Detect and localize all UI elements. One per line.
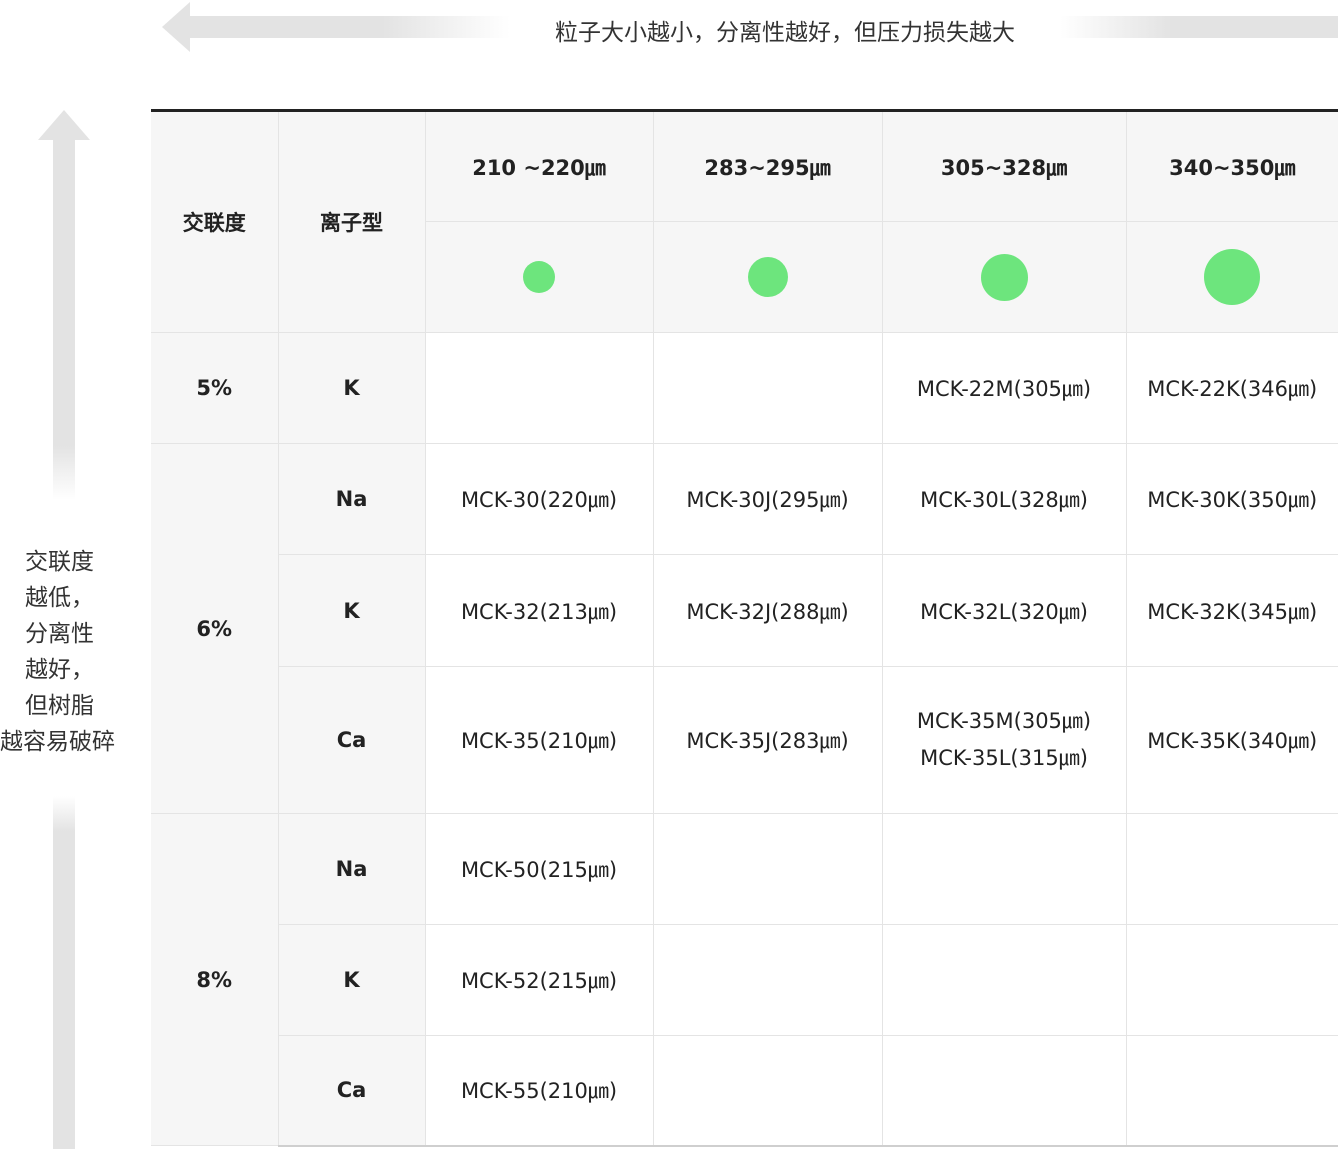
ion-type: K	[278, 554, 426, 667]
product-cell: MCK-32J(288㎛)	[652, 554, 883, 667]
crosslink-caption-line: 分离性	[25, 621, 94, 647]
particle-dot	[1204, 249, 1261, 305]
header-size: 210 ~220㎛	[424, 110, 654, 222]
crosslink-value: 5%	[151, 332, 279, 444]
product-cell	[881, 813, 1127, 925]
product-cell: MCK-22K(346㎛)	[1125, 332, 1338, 444]
product-cell: MCK-30L(328㎛)	[881, 443, 1127, 555]
particle-dot	[523, 261, 555, 293]
particle-size-arrow: 粒子大小越小，分离性越好，但压力损失越大	[0, 0, 1338, 56]
product-cell	[424, 332, 654, 444]
ion-type: K	[278, 924, 426, 1036]
product-cell: MCK-30K(350㎛)	[1125, 443, 1338, 555]
product-cell	[1125, 1035, 1338, 1147]
product-cell	[652, 813, 883, 925]
product-table: 交联度 离子型 210 ~220㎛ 283~295㎛ 305~328㎛ 340~…	[151, 109, 1338, 1147]
product-cell	[1125, 813, 1338, 925]
arrow-left-icon	[162, 2, 190, 52]
crosslink-caption-line: 交联度	[25, 549, 94, 575]
ion-type: Na	[277, 813, 426, 925]
product-cell	[652, 332, 883, 444]
product-cell: MCK-52(215㎛)	[424, 924, 654, 1036]
size-dot-cell	[425, 221, 654, 333]
header-crosslink: 交联度	[151, 110, 279, 333]
crosslink-caption-line: 越低，	[25, 585, 94, 611]
particle-dot	[980, 253, 1028, 301]
crosslink-caption-line: 越容易破碎	[0, 729, 115, 755]
crosslink-value: 6%	[151, 443, 279, 814]
product-cell	[652, 924, 883, 1036]
product-cell	[881, 1035, 1127, 1147]
product-cell	[881, 924, 1127, 1036]
product-cell-double: MCK-35M(305㎛) MCK-35L(315㎛)	[881, 666, 1127, 814]
arrow-up-icon	[38, 110, 90, 140]
product-cell: MCK-32K(345㎛)	[1125, 554, 1338, 667]
product-cell: MCK-30J(295㎛)	[652, 443, 883, 555]
product-cell: MCK-55(210㎛)	[424, 1035, 654, 1147]
size-dot-cell	[652, 221, 883, 333]
crosslink-caption: 交联度 越低， 分离性 越好， 但树脂 越容易破碎	[0, 544, 128, 760]
particle-size-caption: 粒子大小越小，分离性越好，但压力损失越大	[555, 20, 1015, 46]
product-cell	[1125, 924, 1338, 1036]
header-size: 340~350㎛	[1125, 110, 1338, 222]
arrow-shaft-bottom	[53, 796, 75, 1149]
crosslink-value: 8%	[151, 813, 279, 1146]
particle-dot	[747, 257, 788, 297]
header-ion-type: 离子型	[277, 110, 426, 333]
product-name: MCK-35M(305㎛)	[916, 709, 1092, 733]
product-cell	[652, 1035, 883, 1147]
product-cell: MCK-35K(340㎛)	[1125, 666, 1338, 814]
product-cell: MCK-35J(283㎛)	[652, 666, 883, 814]
product-name: MCK-35L(315㎛)	[920, 746, 1088, 770]
size-dot-cell	[1125, 221, 1338, 333]
ion-type: Ca	[278, 666, 426, 814]
ion-type: Ca	[278, 1035, 426, 1147]
product-cell: MCK-22M(305㎛)	[881, 332, 1127, 444]
crosslink-caption-line: 但树脂	[25, 693, 94, 719]
product-cell: MCK-35(210㎛)	[424, 666, 654, 814]
crosslink-caption-line: 越好，	[25, 657, 94, 683]
header-size: 283~295㎛	[652, 110, 883, 222]
arrow-shaft-left	[190, 16, 510, 38]
header-size: 305~328㎛	[881, 110, 1127, 222]
product-cell: MCK-30(220㎛)	[424, 443, 654, 555]
arrow-shaft-top	[53, 140, 75, 500]
product-cell: MCK-32(213㎛)	[424, 554, 654, 667]
size-dot-cell	[881, 221, 1127, 333]
ion-type: K	[277, 332, 426, 444]
product-cell: MCK-50(215㎛)	[424, 813, 654, 925]
ion-type: Na	[277, 443, 426, 555]
arrow-shaft-right	[1060, 16, 1338, 38]
crosslink-arrow: 交联度 越低， 分离性 越好， 但树脂 越容易破碎	[0, 108, 128, 1149]
product-cell: MCK-32L(320㎛)	[881, 554, 1127, 667]
